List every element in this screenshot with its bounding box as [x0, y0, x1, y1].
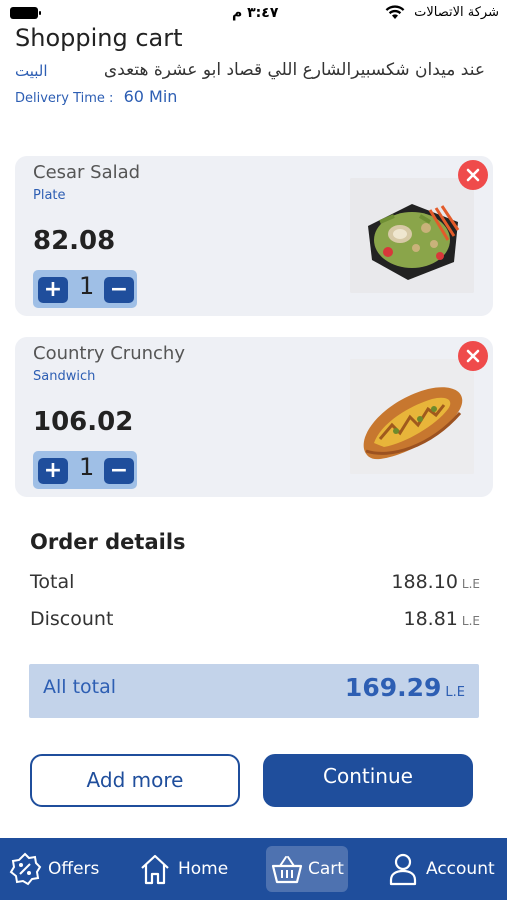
- home-icon: [141, 854, 169, 885]
- discount-amount: 18.81: [403, 608, 458, 630]
- remove-item-button[interactable]: [458, 341, 488, 371]
- all-total-value: 169.29 L.E: [345, 673, 465, 702]
- all-total-label: All total: [43, 676, 117, 698]
- bottom-tab-bar: Offers Home Cart Account: [0, 838, 507, 900]
- continue-button[interactable]: Continue: [263, 754, 473, 807]
- item-name: Cesar Salad: [33, 162, 141, 183]
- total-amount: 188.10: [391, 571, 458, 593]
- status-bar: ٣:٤٧ م شركة الاتصالات: [0, 0, 507, 26]
- all-total-amount: 169.29: [344, 673, 442, 702]
- quantity-value: 1: [79, 453, 95, 481]
- order-details-title: Order details: [30, 530, 186, 554]
- all-total-row: All total 169.29 L.E: [29, 664, 479, 718]
- increase-quantity-button[interactable]: +: [38, 458, 68, 484]
- item-category: Sandwich: [33, 369, 96, 384]
- total-label: Total: [30, 571, 75, 593]
- carrier-name: شركة الاتصالات: [414, 5, 499, 20]
- total-row: Total 188.10 L.E: [30, 571, 480, 597]
- quantity-stepper: + 1 −: [33, 451, 137, 489]
- discount-row: Discount 18.81 L.E: [30, 608, 480, 634]
- tab-account[interactable]: Account: [384, 846, 502, 892]
- tab-home[interactable]: Home: [134, 846, 234, 892]
- sandwich-image: [350, 359, 474, 474]
- delivery-address[interactable]: البيت عند ميدان شكسبيرالشارع اللي قصاد ا…: [15, 60, 485, 84]
- close-icon: [466, 168, 480, 182]
- tab-offers-label: Offers: [48, 859, 100, 879]
- cart-basket-icon: [271, 856, 303, 884]
- currency-label: L.E: [461, 577, 480, 591]
- cart-item: Country Crunchy Sandwich 106.02 + 1 −: [15, 337, 493, 497]
- decrease-quantity-button[interactable]: −: [104, 458, 134, 484]
- currency-label: L.E: [461, 614, 480, 628]
- increase-quantity-button[interactable]: +: [38, 277, 68, 303]
- item-price: 106.02: [33, 407, 134, 437]
- wifi-icon: [385, 5, 405, 19]
- tab-offers[interactable]: Offers: [4, 846, 102, 892]
- salad-image: [350, 178, 474, 293]
- discount-label: Discount: [30, 608, 114, 630]
- page-title: Shopping cart: [15, 24, 183, 52]
- address-text: عند ميدان شكسبيرالشارع اللي قصاد ابو عشر…: [103, 60, 485, 80]
- close-icon: [466, 349, 480, 363]
- currency-label: L.E: [445, 685, 465, 700]
- add-more-button[interactable]: Add more: [30, 754, 240, 807]
- decrease-quantity-button[interactable]: −: [104, 277, 134, 303]
- delivery-time-label: Delivery Time :: [15, 91, 114, 106]
- remove-item-button[interactable]: [458, 160, 488, 190]
- status-time: ٣:٤٧ م: [232, 5, 279, 21]
- tab-cart[interactable]: Cart: [266, 846, 348, 892]
- item-price: 82.08: [33, 226, 116, 256]
- offers-tag-icon: [9, 852, 42, 886]
- tab-home-label: Home: [178, 859, 229, 879]
- tab-account-label: Account: [426, 859, 495, 879]
- quantity-value: 1: [79, 272, 95, 300]
- tab-cart-label: Cart: [308, 859, 344, 879]
- discount-value: 18.81 L.E: [404, 608, 481, 630]
- delivery-time: Delivery Time : 60 Min: [15, 87, 177, 106]
- delivery-time-value: 60 Min: [123, 87, 178, 106]
- total-value: 188.10 L.E: [391, 571, 480, 593]
- address-label[interactable]: البيت: [15, 62, 48, 80]
- quantity-stepper: + 1 −: [33, 270, 137, 308]
- item-name: Country Crunchy: [33, 343, 185, 364]
- cart-item: Cesar Salad Plate 82.08 + 1 −: [15, 156, 493, 316]
- item-category: Plate: [33, 188, 66, 203]
- account-user-icon: [389, 853, 417, 886]
- battery-icon: [10, 7, 41, 19]
